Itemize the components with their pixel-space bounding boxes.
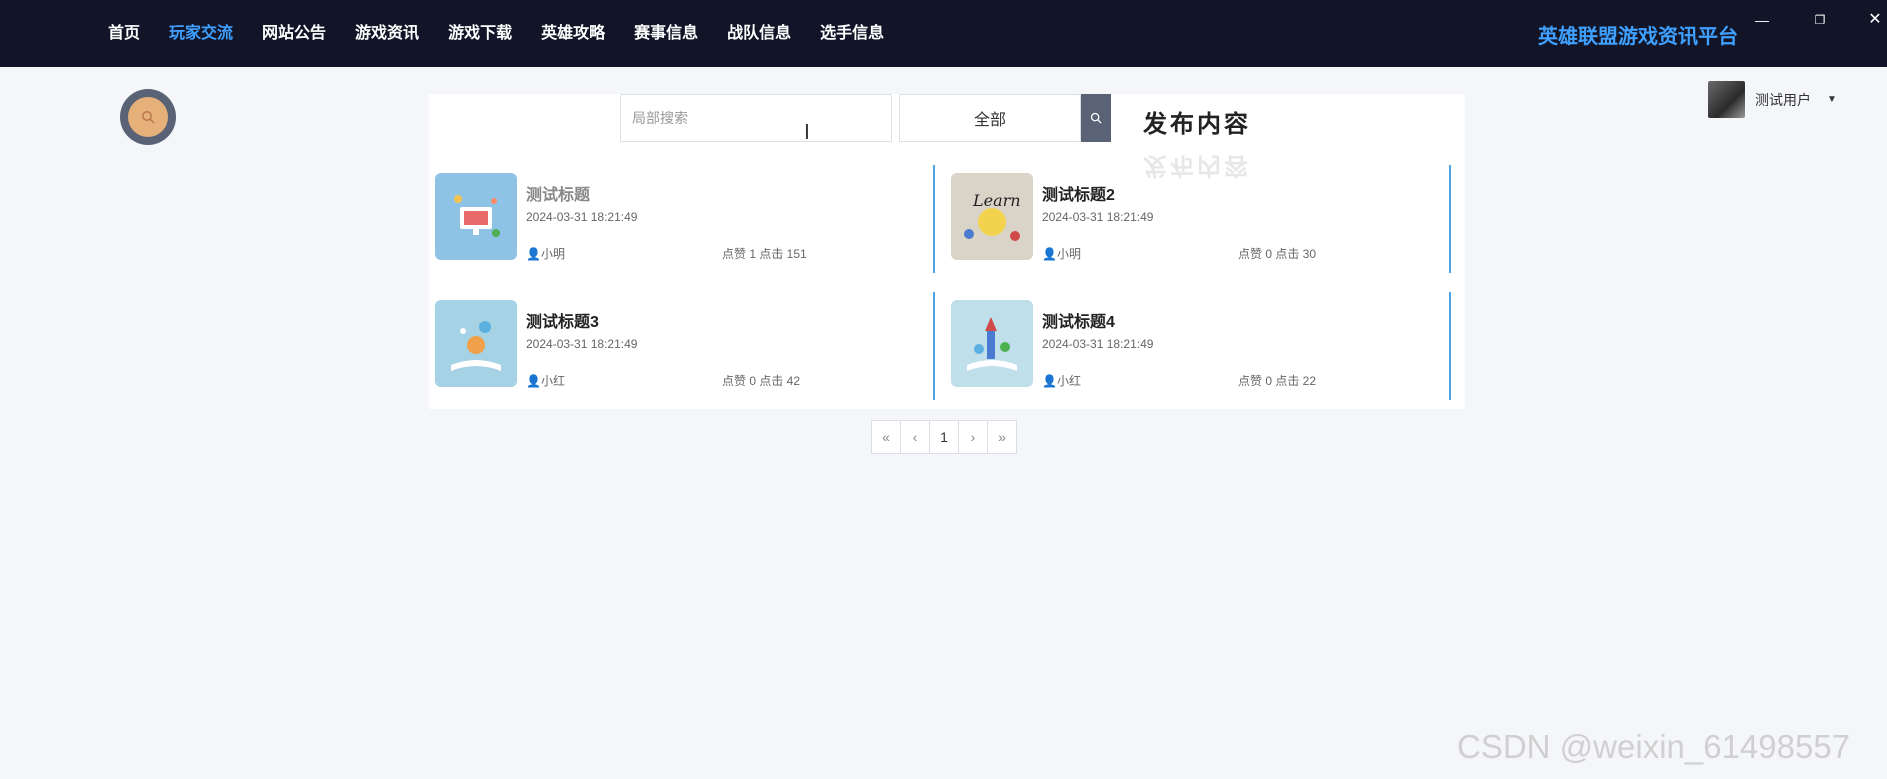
post-title[interactable]: 测试标题4 bbox=[1042, 308, 1115, 332]
publish-button[interactable]: 发布内容 bbox=[1143, 104, 1251, 139]
user-icon: 👤 bbox=[1042, 374, 1057, 388]
svg-text:Learn: Learn bbox=[972, 191, 1021, 210]
post-card[interactable]: Learn 测试标题2 2024-03-31 18:21:49 👤小明 点赞 0… bbox=[945, 165, 1451, 273]
nav-item-teams[interactable]: 战队信息 bbox=[727, 19, 791, 43]
text-cursor-icon: I bbox=[804, 120, 810, 144]
post-title[interactable]: 测试标题 bbox=[526, 181, 590, 205]
user-icon: 👤 bbox=[526, 247, 541, 261]
last-page-button[interactable]: » bbox=[987, 420, 1017, 454]
card-divider bbox=[933, 292, 935, 400]
maximize-icon[interactable]: ❐ bbox=[1810, 10, 1830, 30]
search-input[interactable] bbox=[620, 94, 892, 142]
category-select[interactable]: 全部 bbox=[899, 94, 1081, 142]
user-icon: 👤 bbox=[1042, 247, 1057, 261]
minimize-icon[interactable]: — bbox=[1752, 10, 1772, 30]
user-icon: 👤 bbox=[526, 374, 541, 388]
nav-item-events[interactable]: 赛事信息 bbox=[634, 19, 698, 43]
post-date: 2024-03-31 18:21:49 bbox=[526, 210, 638, 224]
post-author: 👤小红 bbox=[526, 374, 565, 388]
nav-item-player-exchange[interactable]: 玩家交流 bbox=[169, 19, 233, 43]
post-thumbnail bbox=[435, 300, 517, 387]
post-stats: 点赞 1 点击 151 bbox=[722, 247, 807, 261]
top-navbar: 首页 玩家交流 网站公告 游戏资讯 游戏下载 英雄攻略 赛事信息 战队信息 选手… bbox=[0, 0, 1887, 67]
chevron-down-icon: ▼ bbox=[1827, 94, 1837, 105]
pagination: « ‹ 1 › » bbox=[871, 420, 1017, 454]
post-thumbnail bbox=[951, 300, 1033, 387]
post-date: 2024-03-31 18:21:49 bbox=[526, 337, 638, 351]
post-stats: 点赞 0 点击 30 bbox=[1238, 247, 1317, 261]
page-number[interactable]: 1 bbox=[929, 420, 959, 454]
post-author: 👤小明 bbox=[1042, 247, 1081, 261]
post-title[interactable]: 测试标题3 bbox=[526, 308, 599, 332]
post-date: 2024-03-31 18:21:49 bbox=[1042, 337, 1154, 351]
search-button[interactable] bbox=[1081, 94, 1111, 142]
post-author: 👤小明 bbox=[526, 247, 565, 261]
first-page-button[interactable]: « bbox=[871, 420, 901, 454]
nav-item-home[interactable]: 首页 bbox=[108, 19, 140, 43]
main-nav: 首页 玩家交流 网站公告 游戏资讯 游戏下载 英雄攻略 赛事信息 战队信息 选手… bbox=[108, 0, 913, 62]
post-title[interactable]: 测试标题2 bbox=[1042, 181, 1115, 205]
nav-item-game-news[interactable]: 游戏资讯 bbox=[355, 19, 419, 43]
post-card[interactable]: 测试标题 2024-03-31 18:21:49 👤小明 点赞 1 点击 151 bbox=[429, 165, 935, 273]
post-thumbnail: Learn bbox=[951, 173, 1033, 260]
post-date: 2024-03-31 18:21:49 bbox=[1042, 210, 1154, 224]
watermark: CSDN @weixin_61498557 bbox=[1457, 728, 1851, 765]
site-brand: 英雄联盟游戏资讯平台 bbox=[1538, 26, 1738, 48]
user-menu[interactable]: 测试用户 ▼ bbox=[1708, 81, 1837, 118]
post-stats: 点赞 0 点击 22 bbox=[1238, 374, 1317, 388]
prev-page-button[interactable]: ‹ bbox=[900, 420, 930, 454]
nav-item-hero-guides[interactable]: 英雄攻略 bbox=[541, 19, 605, 43]
username: 测试用户 bbox=[1755, 91, 1811, 108]
post-stats: 点赞 0 点击 42 bbox=[722, 374, 801, 388]
search-icon bbox=[1090, 112, 1102, 124]
nav-item-players[interactable]: 选手信息 bbox=[820, 19, 884, 43]
post-author: 👤小红 bbox=[1042, 374, 1081, 388]
nav-item-game-download[interactable]: 游戏下载 bbox=[448, 19, 512, 43]
next-page-button[interactable]: › bbox=[958, 420, 988, 454]
avatar bbox=[1708, 81, 1745, 118]
post-card[interactable]: 测试标题3 2024-03-31 18:21:49 👤小红 点赞 0 点击 42 bbox=[429, 292, 935, 400]
floating-search-button[interactable] bbox=[120, 89, 176, 145]
nav-item-announcements[interactable]: 网站公告 bbox=[262, 19, 326, 43]
card-divider bbox=[933, 165, 935, 273]
post-card[interactable]: 测试标题4 2024-03-31 18:21:49 👤小红 点赞 0 点击 22 bbox=[945, 292, 1451, 400]
card-divider bbox=[1449, 292, 1451, 400]
search-icon bbox=[128, 97, 168, 137]
post-thumbnail bbox=[435, 173, 517, 260]
close-icon[interactable]: ✕ bbox=[1865, 10, 1885, 30]
card-divider bbox=[1449, 165, 1451, 273]
